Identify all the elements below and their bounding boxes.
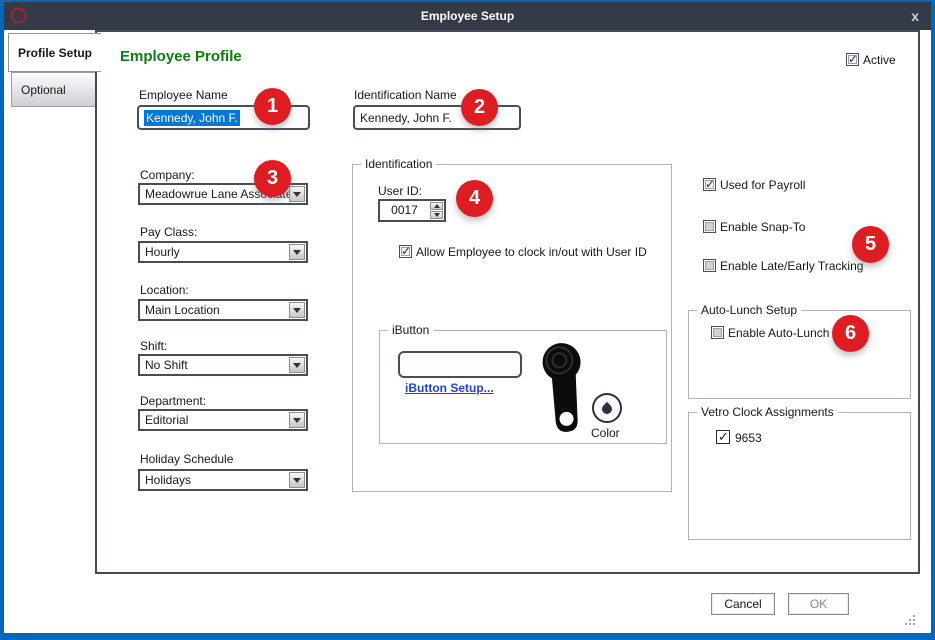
department-value: Editorial <box>140 413 289 427</box>
window-title: Employee Setup <box>0 9 935 23</box>
location-value: Main Location <box>140 303 289 317</box>
identification-name-label: Identification Name <box>354 88 457 102</box>
ok-button[interactable]: OK <box>788 593 849 615</box>
shift-label: Shift: <box>140 339 167 353</box>
company-label: Company: <box>140 168 195 182</box>
callout-badge-3: 3 <box>254 160 291 197</box>
page-title: Employee Profile <box>120 48 242 65</box>
used-for-payroll-checkbox[interactable] <box>703 178 716 191</box>
tab-profile-setup[interactable]: Profile Setup <box>8 33 101 72</box>
droplet-icon <box>600 402 614 416</box>
title-bar: Employee Setup x <box>0 2 935 30</box>
callout-badge-2: 2 <box>461 89 498 126</box>
enable-auto-lunch-label: Enable Auto-Lunch <box>728 326 829 340</box>
used-for-payroll-label: Used for Payroll <box>720 178 805 192</box>
enable-snap-to-checkbox[interactable] <box>703 220 716 233</box>
location-label: Location: <box>140 283 189 297</box>
shift-dropdown[interactable]: No Shift <box>138 354 308 376</box>
user-id-label: User ID: <box>378 184 422 198</box>
close-icon[interactable]: x <box>911 6 919 26</box>
cancel-button[interactable]: Cancel <box>711 593 775 615</box>
pay-class-label: Pay Class: <box>140 225 197 239</box>
ibutton-field[interactable] <box>398 351 522 378</box>
enable-late-early-label: Enable Late/Early Tracking <box>720 259 863 273</box>
employee-name-value: Kennedy, John F. <box>144 110 240 126</box>
chevron-down-icon[interactable] <box>289 244 305 260</box>
department-dropdown[interactable]: Editorial <box>138 409 308 431</box>
pay-class-value: Hourly <box>140 245 289 259</box>
identification-group-title: Identification <box>361 157 436 171</box>
chevron-down-icon[interactable] <box>289 302 305 318</box>
callout-badge-1: 1 <box>254 88 291 125</box>
chevron-down-icon[interactable] <box>289 412 305 428</box>
shift-value: No Shift <box>140 358 289 372</box>
employee-setup-dialog: Employee Setup x Profile Setup Optional … <box>0 0 935 640</box>
callout-badge-6: 6 <box>832 315 869 352</box>
ibutton-group-title: iButton <box>388 323 433 337</box>
color-picker-icon[interactable] <box>592 393 622 423</box>
enable-late-early-checkbox[interactable] <box>703 259 716 272</box>
vetro-clock-id: 9653 <box>735 431 762 445</box>
spinner-up-icon[interactable] <box>430 202 443 210</box>
location-dropdown[interactable]: Main Location <box>138 299 308 321</box>
user-id-spinner[interactable]: 0017 <box>378 199 446 222</box>
holiday-schedule-label: Holiday Schedule <box>140 452 233 466</box>
identification-name-value: Kennedy, John F. <box>360 111 452 125</box>
pay-class-dropdown[interactable]: Hourly <box>138 241 308 263</box>
ibutton-setup-link[interactable]: iButton Setup... <box>405 381 494 395</box>
resize-grip[interactable] <box>905 615 917 627</box>
holiday-schedule-value: Holidays <box>140 473 289 487</box>
enable-snap-to-label: Enable Snap-To <box>720 220 805 234</box>
chevron-down-icon[interactable] <box>289 357 305 373</box>
vetro-clock-checkbox[interactable] <box>716 430 730 444</box>
employee-name-label: Employee Name <box>139 88 228 102</box>
callout-badge-4: 4 <box>456 180 493 217</box>
color-label: Color <box>591 426 620 440</box>
user-id-value: 0017 <box>380 201 429 220</box>
allow-clock-checkbox[interactable] <box>399 245 412 258</box>
ibutton-fob-image <box>541 342 587 443</box>
callout-badge-5: 5 <box>852 226 889 263</box>
auto-lunch-group-title: Auto-Lunch Setup <box>697 303 801 317</box>
auto-lunch-group: Auto-Lunch Setup <box>688 310 911 399</box>
allow-clock-label: Allow Employee to clock in/out with User… <box>416 245 647 259</box>
holiday-schedule-dropdown[interactable]: Holidays <box>138 469 308 491</box>
spinner-down-icon[interactable] <box>430 211 443 219</box>
active-checkbox[interactable] <box>846 53 859 66</box>
department-label: Department: <box>140 394 206 408</box>
enable-auto-lunch-checkbox[interactable] <box>711 326 724 339</box>
tab-optional[interactable]: Optional <box>11 72 99 107</box>
chevron-down-icon[interactable] <box>289 472 305 488</box>
active-label: Active <box>863 53 896 67</box>
vetro-clock-group-title: Vetro Clock Assignments <box>697 405 838 419</box>
chevron-down-icon[interactable] <box>289 186 305 202</box>
